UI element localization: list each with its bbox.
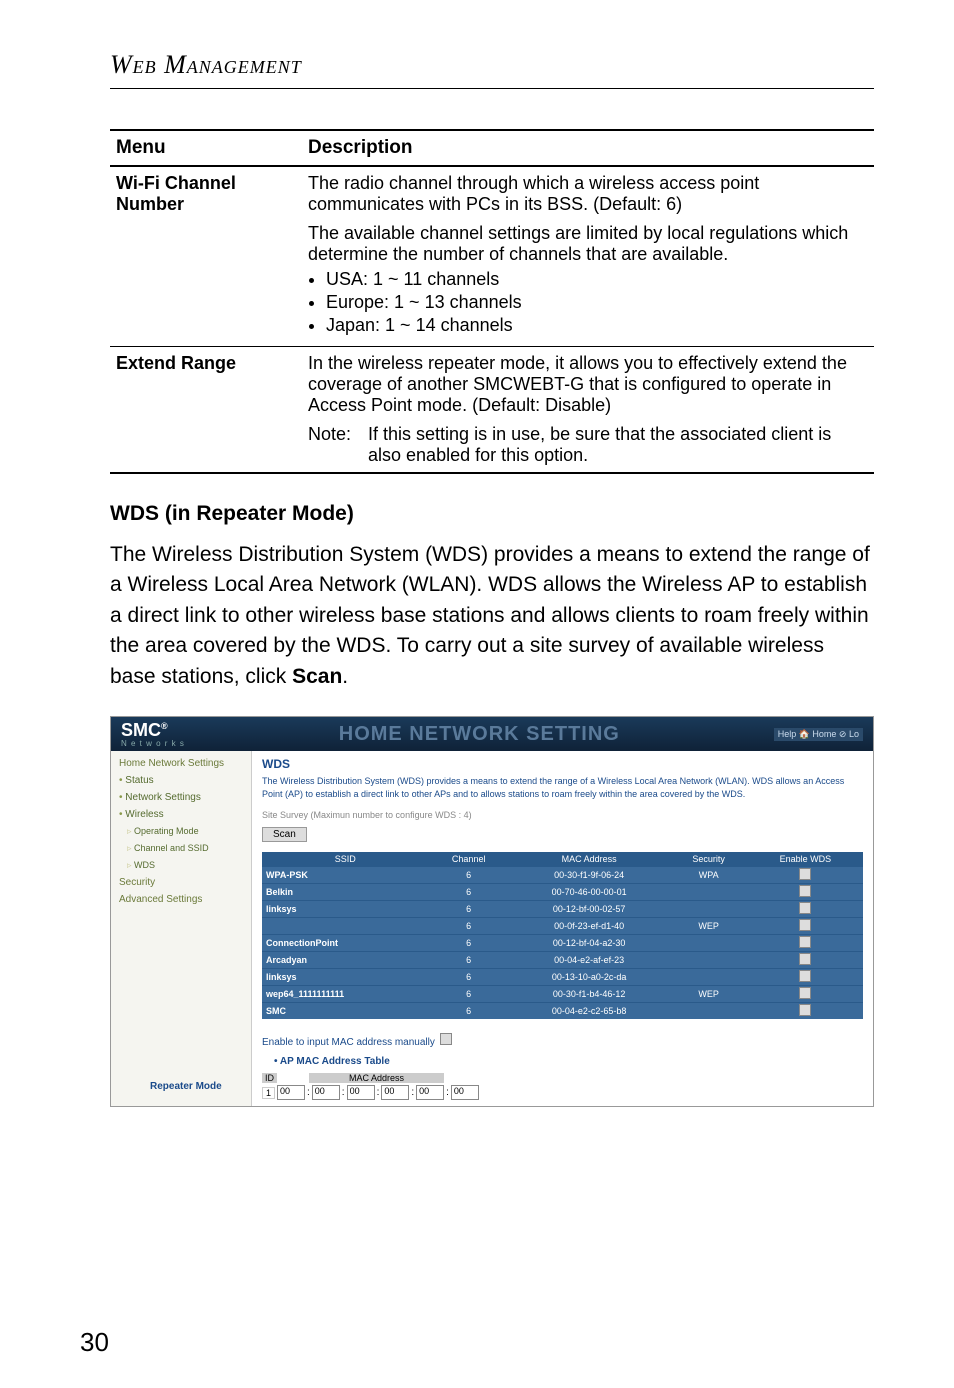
wds-para-post: . [342, 665, 348, 688]
note-body: If this setting is in use, be sure that … [368, 424, 868, 466]
id-header: ID [262, 1073, 277, 1083]
enable-wds-checkbox[interactable] [799, 1004, 811, 1016]
col-channel: Channel [429, 852, 509, 867]
ap-mac-address-table-label: AP MAC Address Table [274, 1056, 863, 1067]
wifi-desc-1: The radio channel through which a wirele… [308, 173, 868, 215]
col-menu: Menu [110, 130, 302, 166]
wds-heading: WDS (in Repeater Mode) [110, 502, 874, 526]
mac-octet-input[interactable]: 00 [381, 1085, 409, 1100]
bullet-japan: Japan: 1 ~ 14 channels [326, 315, 868, 336]
col-security: Security [669, 852, 747, 867]
col-mac-address: MAC Address [509, 852, 670, 867]
wds-para-pre: The Wireless Distribution System (WDS) p… [110, 543, 870, 688]
note-label: Note: [308, 424, 363, 445]
nav-security[interactable]: Security [111, 874, 251, 891]
table-row: Belkin600-70-46-00-00-01 [262, 884, 863, 901]
mac-octet-input[interactable]: 00 [277, 1085, 305, 1100]
header-rule [110, 88, 874, 89]
table-row: ConnectionPoint600-12-bf-04-a2-30 [262, 935, 863, 952]
content-heading-wds: WDS [262, 757, 863, 771]
page-title: HOME NETWORK SETTING [339, 723, 620, 746]
wifi-desc-2: The available channel settings are limit… [308, 223, 868, 265]
mac-octet-input[interactable]: 00 [347, 1085, 375, 1100]
table-row: wep64_1111111111600-30-f1-b4-46-12WEP [262, 986, 863, 1003]
extend-desc: In the wireless repeater mode, it allows… [308, 353, 868, 416]
menu-description-table: Menu Description Wi-Fi Channel Number Th… [110, 129, 874, 474]
router-ui-screenshot: SMC® N e t w o r k s HOME NETWORK SETTIN… [110, 716, 874, 1107]
manual-mac-label: Enable to input MAC address manually [262, 1037, 435, 1048]
mac-address-header: MAC Address [309, 1073, 444, 1083]
mac-octet-input[interactable]: 00 [416, 1085, 444, 1100]
col-enable-wds: Enable WDS [748, 852, 863, 867]
table-row: SMC600-04-e2-c2-65-b8 [262, 1003, 863, 1020]
enable-wds-checkbox[interactable] [799, 919, 811, 931]
bullet-usa: USA: 1 ~ 11 channels [326, 269, 868, 290]
nav-wireless[interactable]: Wireless [111, 806, 251, 823]
col-description: Description [302, 130, 874, 166]
enable-wds-checkbox[interactable] [799, 987, 811, 999]
scan-button[interactable]: Scan [262, 827, 307, 842]
id-value: 1 [262, 1087, 275, 1099]
mac-octet-input[interactable]: 00 [312, 1085, 340, 1100]
table-row: Arcadyan600-04-e2-af-ef-23 [262, 952, 863, 969]
page-number: 30 [80, 1327, 109, 1358]
nav-status[interactable]: Status [111, 772, 251, 789]
enable-wds-checkbox[interactable] [799, 953, 811, 965]
enable-wds-checkbox[interactable] [799, 970, 811, 982]
manual-mac-checkbox[interactable] [440, 1033, 452, 1045]
site-survey-table: SSID Channel MAC Address Security Enable… [262, 852, 863, 1019]
nav-wds[interactable]: WDS [111, 857, 251, 874]
table-row: linksys600-13-10-a0-2c-da [262, 969, 863, 986]
page-header: Web Management [110, 50, 874, 80]
wds-paragraph: The Wireless Distribution System (WDS) p… [110, 540, 874, 692]
row-wifi-channel-menu: Wi-Fi Channel Number [110, 166, 302, 346]
table-row: linksys600-12-bf-00-02-57 [262, 901, 863, 918]
site-survey-label: Site Survey (Maximun number to configure… [262, 810, 863, 821]
sidebar: Home Network Settings Status Network Set… [111, 751, 252, 1106]
nav-advanced-settings[interactable]: Advanced Settings [111, 891, 251, 908]
nav-network-settings[interactable]: Network Settings [111, 789, 251, 806]
row-wifi-channel-desc: The radio channel through which a wirele… [302, 166, 874, 346]
enable-wds-checkbox[interactable] [799, 936, 811, 948]
table-row: WPA-PSK600-30-f1-9f-06-24WPA [262, 867, 863, 884]
content-description: The Wireless Distribution System (WDS) p… [262, 775, 863, 800]
bullet-europe: Europe: 1 ~ 13 channels [326, 292, 868, 313]
nav-channel-ssid[interactable]: Channel and SSID [111, 840, 251, 857]
wifi-channel-list: USA: 1 ~ 11 channels Europe: 1 ~ 13 chan… [326, 269, 868, 336]
scan-bold: Scan [292, 665, 342, 688]
enable-wds-checkbox[interactable] [799, 868, 811, 880]
help-home-logout[interactable]: Help 🏠 Home ⊘ Lo [774, 728, 863, 741]
table-row: 600-0f-23-ef-d1-40WEP [262, 918, 863, 935]
row-extend-range-menu: Extend Range [110, 347, 302, 473]
enable-wds-checkbox[interactable] [799, 902, 811, 914]
repeater-mode-label: Repeater Mode [150, 1081, 222, 1092]
enable-wds-checkbox[interactable] [799, 885, 811, 897]
smc-logo: SMC® [121, 720, 168, 740]
row-extend-range-desc: In the wireless repeater mode, it allows… [302, 347, 874, 473]
mac-octet-input[interactable]: 00 [451, 1085, 479, 1100]
nav-operating-mode[interactable]: Operating Mode [111, 823, 251, 840]
col-ssid: SSID [262, 852, 429, 867]
smc-networks-label: N e t w o r k s [121, 739, 185, 748]
nav-home-network-settings[interactable]: Home Network Settings [111, 755, 251, 772]
